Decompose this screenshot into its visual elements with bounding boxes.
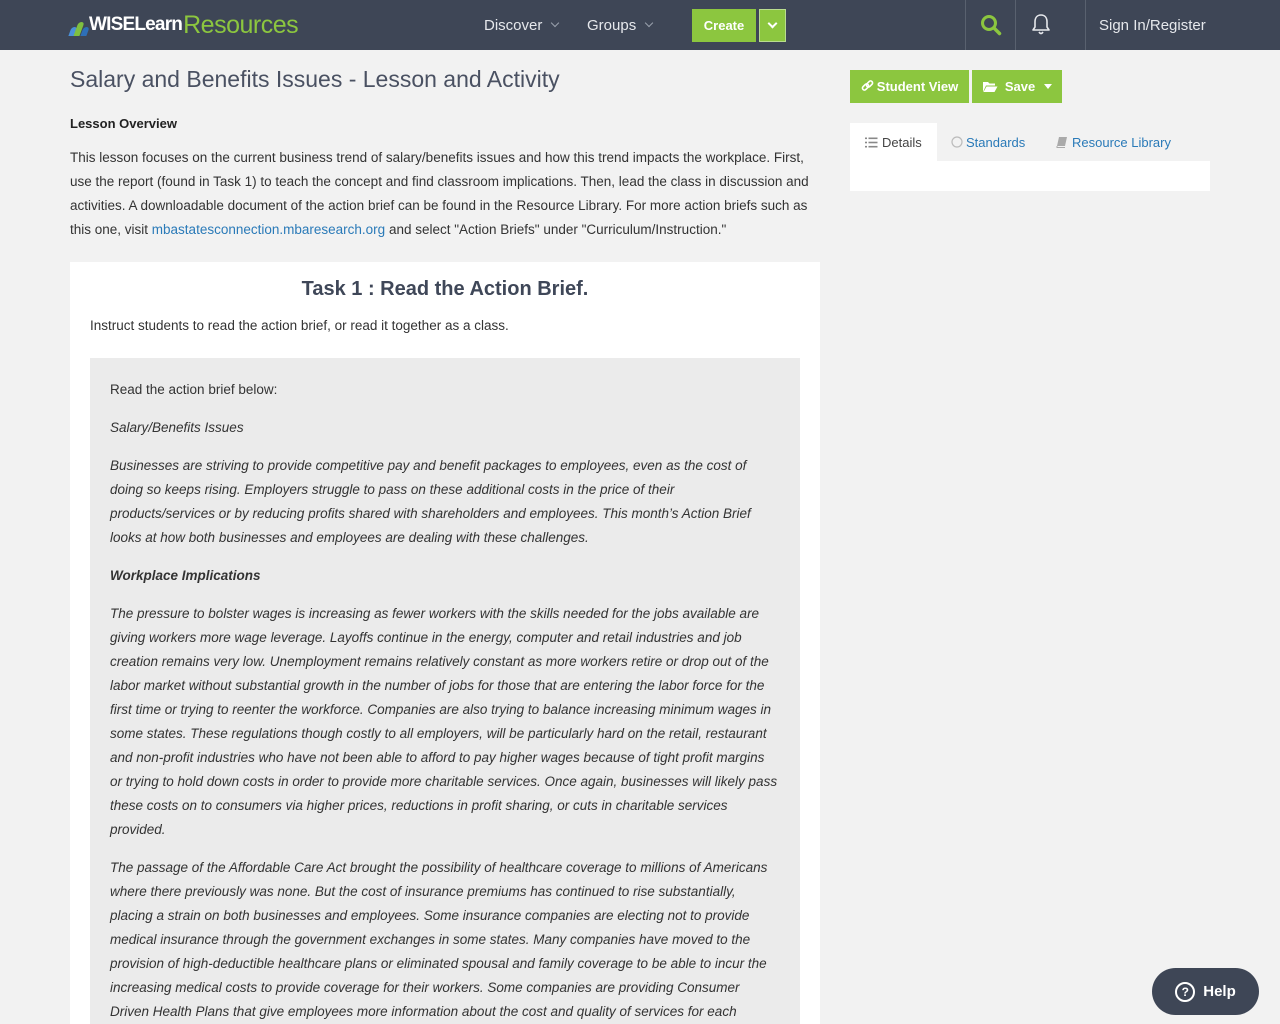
mbastatesconnection-link[interactable]: mbastatesconnection.mbaresearch.org xyxy=(152,222,385,237)
brief-paragraph-2: The pressure to bolster wages is increas… xyxy=(110,606,778,837)
tab-standards[interactable]: Standards xyxy=(951,123,1025,161)
nav-groups[interactable]: Groups xyxy=(587,0,654,50)
sign-in-register-link[interactable]: Sign In/Register xyxy=(1099,0,1206,50)
brief-intro: Read the action brief below: xyxy=(110,382,278,397)
nav-discover[interactable]: Discover xyxy=(484,0,560,50)
wiselearn-logo[interactable]: WISELearn Resources xyxy=(68,10,299,39)
help-button[interactable]: ? Help xyxy=(1152,968,1259,1015)
logo-wise-text: WISELearn xyxy=(89,14,183,35)
create-dropdown-toggle[interactable] xyxy=(759,9,786,42)
tab-details[interactable]: Details xyxy=(850,123,937,161)
save-label: Save xyxy=(1004,79,1036,94)
search-icon xyxy=(980,15,1001,36)
student-view-label: Student View xyxy=(876,79,959,94)
lesson-overview-text: This lesson focuses on the current busin… xyxy=(70,146,825,242)
chevron-down-icon xyxy=(644,18,654,28)
logo-resources-text: Resources xyxy=(183,10,299,39)
caret-down-icon xyxy=(1044,84,1053,89)
resource-tabs: Details Standards Resource Library xyxy=(850,123,1210,161)
nav-groups-label: Groups xyxy=(587,16,637,34)
top-navigation-bar: WISELearn Resources Discover Groups Crea… xyxy=(0,0,1280,50)
tab-standards-label: Standards xyxy=(966,134,1026,150)
task-card: Task 1 : Read the Action Brief. Instruct… xyxy=(70,262,820,1024)
bell-icon xyxy=(1031,14,1050,35)
overview-text-part-2: and select "Action Briefs" under "Curric… xyxy=(385,222,727,237)
tab-resource-library[interactable]: Resource Library xyxy=(1056,123,1171,161)
task-instruction: Instruct students to read the action bri… xyxy=(90,318,509,333)
brief-heading: Salary/Benefits Issues xyxy=(110,420,244,435)
nav-discover-label: Discover xyxy=(484,16,543,34)
notifications-button[interactable] xyxy=(1016,0,1065,50)
tab-panel xyxy=(850,161,1210,191)
circle-icon xyxy=(951,136,963,148)
task-title: Task 1 : Read the Action Brief. xyxy=(301,278,589,300)
chevron-down-icon xyxy=(767,18,778,29)
lesson-overview-label: Lesson Overview xyxy=(70,116,177,131)
list-icon xyxy=(865,137,878,147)
folder-open-icon xyxy=(982,81,998,92)
link-icon xyxy=(861,80,874,91)
student-view-button[interactable]: Student View xyxy=(850,70,969,103)
brief-paragraph-3: The passage of the Affordable Care Act b… xyxy=(110,860,768,1019)
nav-divider xyxy=(1085,0,1086,50)
book-icon xyxy=(1056,137,1067,148)
save-button[interactable]: Save xyxy=(972,70,1062,103)
logo-mark-icon xyxy=(68,20,90,36)
brief-subheading: Workplace Implications xyxy=(110,568,261,583)
chevron-down-icon xyxy=(551,18,560,28)
question-circle-icon: ? xyxy=(1175,981,1196,1002)
help-label: Help xyxy=(1203,983,1236,1000)
search-button[interactable] xyxy=(966,0,1015,50)
tab-resource-library-label: Resource Library xyxy=(1072,134,1171,150)
create-button[interactable]: Create xyxy=(692,9,756,42)
page-title: Salary and Benefits Issues - Lesson and … xyxy=(70,66,560,92)
brief-paragraph-1: Businesses are striving to provide compe… xyxy=(110,458,751,545)
tab-details-label: Details xyxy=(882,134,922,150)
action-brief-box: Read the action brief below: Salary/Bene… xyxy=(90,358,800,1024)
